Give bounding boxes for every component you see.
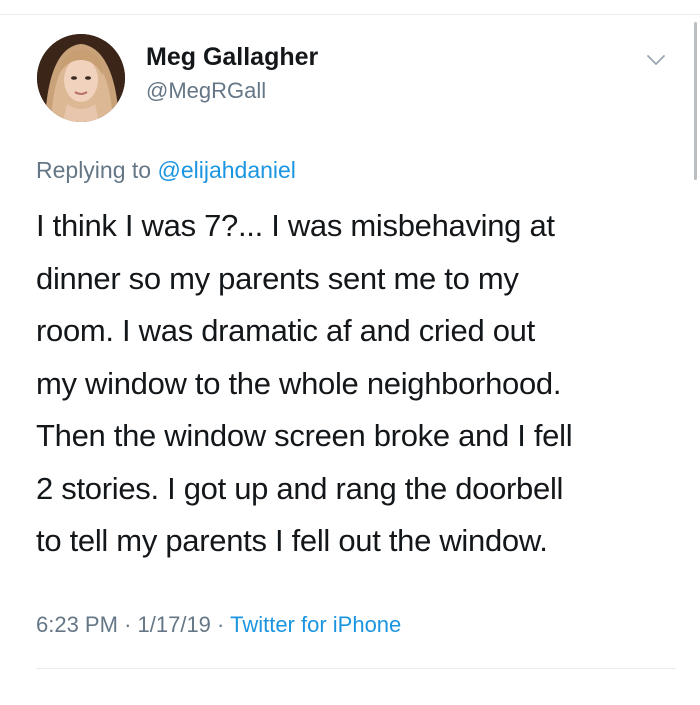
reply-context: Replying to @elijahdaniel [36, 157, 296, 184]
author-display-name[interactable]: Meg Gallagher [146, 43, 318, 72]
reply-mention-link[interactable]: @elijahdaniel [157, 157, 295, 183]
scrollbar-thumb[interactable] [694, 22, 697, 180]
tweet-text-line: to tell my parents I fell out the window… [36, 523, 548, 558]
tweet-text-line: dinner so my parents sent me to my [36, 260, 519, 296]
tweet-meta: 6:23 PM · 1/17/19 · Twitter for iPhone [36, 612, 401, 638]
chevron-down-icon[interactable] [645, 49, 667, 71]
tweet-text: I think I was 7?... I was misbehaving at… [36, 200, 676, 568]
tweet-text-line: room. I was dramatic af and cried out [36, 313, 535, 348]
bottom-divider [36, 668, 676, 669]
tweet-time[interactable]: 6:23 PM [36, 612, 118, 637]
meta-separator: · [124, 612, 132, 637]
reply-prefix: Replying to [36, 157, 152, 183]
tweet-text-line: I think I was 7?... I was misbehaving at [36, 208, 555, 243]
tweet-text-line: my window to the whole neighborhood. [36, 365, 562, 401]
top-divider [0, 14, 700, 15]
profile-photo-icon [37, 34, 125, 122]
meta-separator: · [217, 612, 225, 637]
tweet-text-line: 2 stories. I got up and rang the doorbel… [36, 470, 564, 506]
tweet-text-line: Then the window screen broke and I fell [36, 418, 573, 453]
avatar[interactable] [37, 34, 125, 122]
tweet-source-link[interactable]: Twitter for iPhone [230, 612, 401, 637]
author-handle[interactable]: @MegRGall [146, 78, 266, 104]
tweet-date[interactable]: 1/17/19 [138, 612, 211, 637]
